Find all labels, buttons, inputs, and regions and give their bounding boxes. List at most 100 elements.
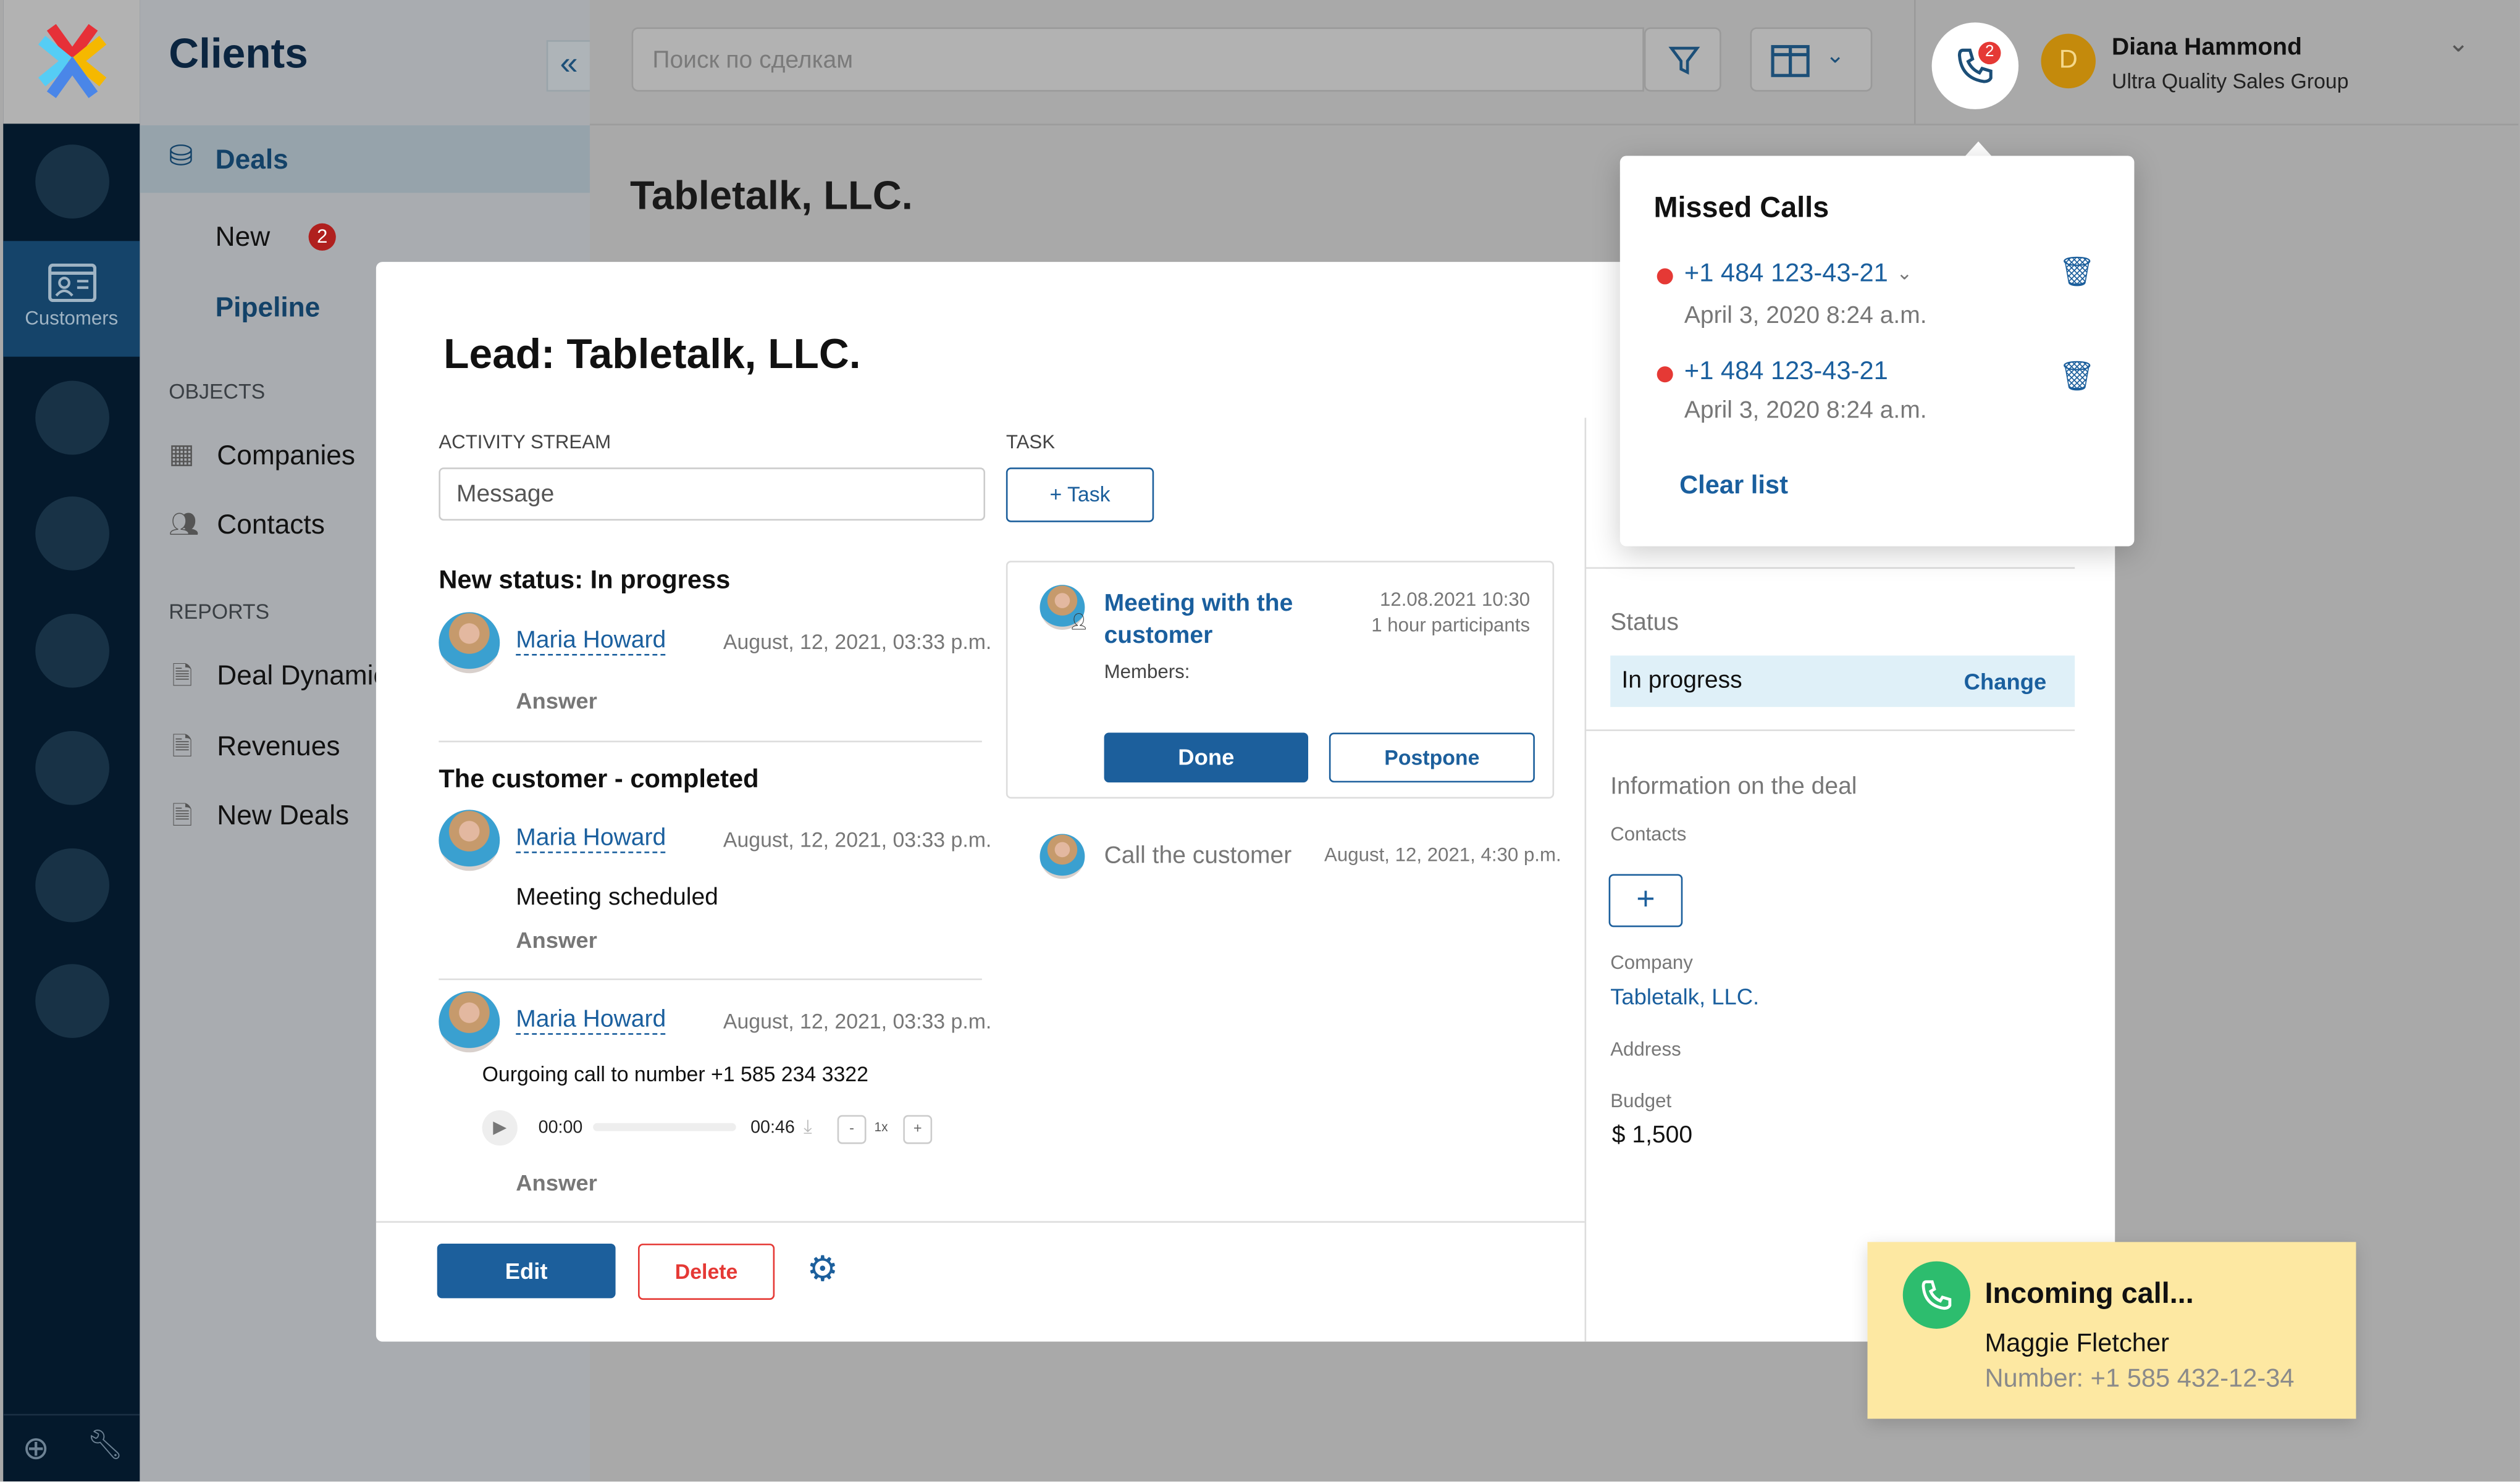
task-avatar: [1040, 834, 1085, 879]
sidebar-item-pipeline[interactable]: Pipeline: [216, 293, 321, 325]
speed-up-button[interactable]: +: [903, 1115, 933, 1144]
divider: [1584, 417, 1587, 1342]
logo-icon: [38, 24, 107, 98]
player-progress-bar[interactable]: [593, 1123, 736, 1131]
sidebar-item-companies[interactable]: Companies: [217, 440, 355, 472]
missed-call-date: April 3, 2020 8:24 a.m.: [1684, 396, 1927, 424]
status-value: In progress: [1621, 666, 1742, 695]
play-icon: ▶: [493, 1118, 507, 1138]
building-icon: ▦: [169, 438, 195, 469]
filter-icon: [1668, 46, 1700, 75]
filter-button[interactable]: [1644, 27, 1721, 92]
clear-list-link[interactable]: Clear list: [1679, 472, 1788, 501]
answer-link[interactable]: Answer: [516, 927, 597, 953]
budget-value: $ 1,500: [1611, 1121, 1693, 1149]
author-link[interactable]: Maria Howard: [516, 824, 666, 853]
document-icon: 🗎︎: [172, 734, 193, 762]
sidebar-item-report[interactable]: New Deals: [217, 800, 349, 832]
stream-date: August, 12, 2021, 03:33 p.m.: [723, 1009, 992, 1034]
task-duration: 1 hour participants: [1371, 613, 1531, 637]
coins-icon: ⛁: [169, 140, 193, 172]
add-contact-button[interactable]: +: [1608, 874, 1683, 927]
user-menu-chevron-icon[interactable]: ⌄: [2448, 27, 2469, 59]
stream-body: Ourgoing call to number +1 585 234 3322: [482, 1061, 868, 1086]
author-link[interactable]: Maria Howard: [516, 1006, 666, 1035]
reports-header: REPORTS: [169, 599, 270, 624]
sidebar-item-label: Deals: [215, 144, 288, 175]
caller-name: Maggie Fletcher: [1984, 1330, 2169, 1358]
rail-item[interactable]: [35, 144, 109, 219]
play-button[interactable]: ▶: [482, 1110, 518, 1146]
stream-heading: New status: In progress: [439, 567, 731, 595]
user-org: Ultra Quality Sales Group: [2112, 69, 2349, 93]
change-status-link[interactable]: Change: [1964, 668, 2047, 694]
answer-link[interactable]: Answer: [516, 1170, 597, 1195]
layout-toggle-button[interactable]: ⌄: [1750, 27, 1873, 92]
missed-call-number[interactable]: +1 484 123-43-21: [1684, 358, 1888, 387]
user-name[interactable]: Diana Hammond: [2112, 34, 2302, 61]
rail-item[interactable]: [35, 496, 109, 571]
status-label: Status: [1610, 609, 1679, 637]
missed-indicator: [1657, 366, 1673, 383]
add-task-button[interactable]: + Task: [1006, 467, 1154, 522]
rail-item[interactable]: [35, 731, 109, 805]
edit-button[interactable]: Edit: [437, 1243, 616, 1299]
divider: [1584, 729, 2075, 731]
rail-item[interactable]: [35, 964, 109, 1038]
author-avatar: [439, 991, 500, 1053]
rail-item[interactable]: [35, 380, 109, 455]
collapse-sidebar-button[interactable]: «: [546, 40, 592, 92]
delete-button[interactable]: Delete: [637, 1243, 775, 1300]
app-logo[interactable]: [3, 0, 140, 124]
trash-icon[interactable]: 🗑︎: [2059, 256, 2095, 290]
incoming-call-toast[interactable]: Incoming call... Maggie Fletcher Number:…: [1867, 1242, 2356, 1419]
sidebar-item-report[interactable]: Revenues: [217, 731, 340, 763]
activity-stream-label: ACTIVITY STREAM: [439, 430, 611, 453]
done-button[interactable]: Done: [1104, 732, 1309, 783]
missed-call-number[interactable]: +1 484 123-43-21: [1684, 261, 1888, 290]
sidebar-item-report[interactable]: Deal Dynamics: [217, 660, 400, 692]
missed-indicator: [1657, 268, 1673, 285]
calls-button[interactable]: 2: [1931, 22, 2019, 109]
divider: [439, 978, 982, 981]
sidebar-item-contacts[interactable]: Contacts: [217, 509, 325, 542]
modal-title: Lead: Tabletalk, LLC.: [443, 329, 861, 378]
postpone-button[interactable]: Postpone: [1329, 732, 1535, 783]
deal-search-input[interactable]: Поиск по сделкам: [631, 27, 1644, 92]
contact-card-icon: [47, 263, 96, 303]
player-current-time: 00:00: [538, 1118, 583, 1138]
sidebar-item-deals[interactable]: ⛁ Deals: [140, 125, 590, 193]
address-label: Address: [1610, 1037, 1681, 1061]
stream-date: August, 12, 2021, 03:33 p.m.: [723, 629, 992, 655]
settings-gear-icon[interactable]: ⚙: [807, 1249, 838, 1291]
rail-item-customers[interactable]: Customers: [3, 241, 140, 357]
answer-link[interactable]: Answer: [516, 688, 597, 714]
author-link[interactable]: Maria Howard: [516, 627, 666, 656]
player-speed: 1x: [874, 1120, 888, 1135]
company-label: Company: [1610, 951, 1693, 974]
speed-down-button[interactable]: -: [837, 1115, 867, 1144]
task-title[interactable]: Meeting with the customer: [1104, 588, 1313, 652]
rail-item[interactable]: [35, 848, 109, 923]
download-icon[interactable]: ⤓: [804, 1115, 812, 1139]
contacts-label: Contacts: [1610, 823, 1687, 845]
sidebar-item-new[interactable]: New: [216, 222, 271, 254]
task-title[interactable]: Call the customer: [1104, 842, 1292, 869]
rail-item[interactable]: [35, 613, 109, 688]
people-icon: 👥︎: [169, 511, 200, 538]
user-avatar[interactable]: D: [2041, 33, 2096, 89]
company-link[interactable]: Tabletalk, LLC.: [1610, 983, 1759, 1009]
add-circle-icon[interactable]: ⊕: [22, 1428, 49, 1468]
divider: [439, 740, 982, 743]
trash-icon[interactable]: 🗑︎: [2059, 360, 2095, 394]
message-input[interactable]: Message: [439, 467, 986, 521]
wrench-icon[interactable]: 🔧︎: [87, 1428, 124, 1462]
rail-footer: ⊕ 🔧︎: [3, 1413, 140, 1481]
accept-call-button[interactable]: [1902, 1261, 1971, 1329]
divider: [376, 1221, 1585, 1223]
task-date: 12.08.2021 10:30: [1380, 588, 1531, 611]
caller-number: Number: +1 585 432-12-34: [1984, 1365, 2295, 1393]
chevron-down-icon[interactable]: ⌄: [1896, 262, 1912, 284]
divider: [1913, 0, 1916, 124]
budget-label: Budget: [1610, 1089, 1672, 1112]
